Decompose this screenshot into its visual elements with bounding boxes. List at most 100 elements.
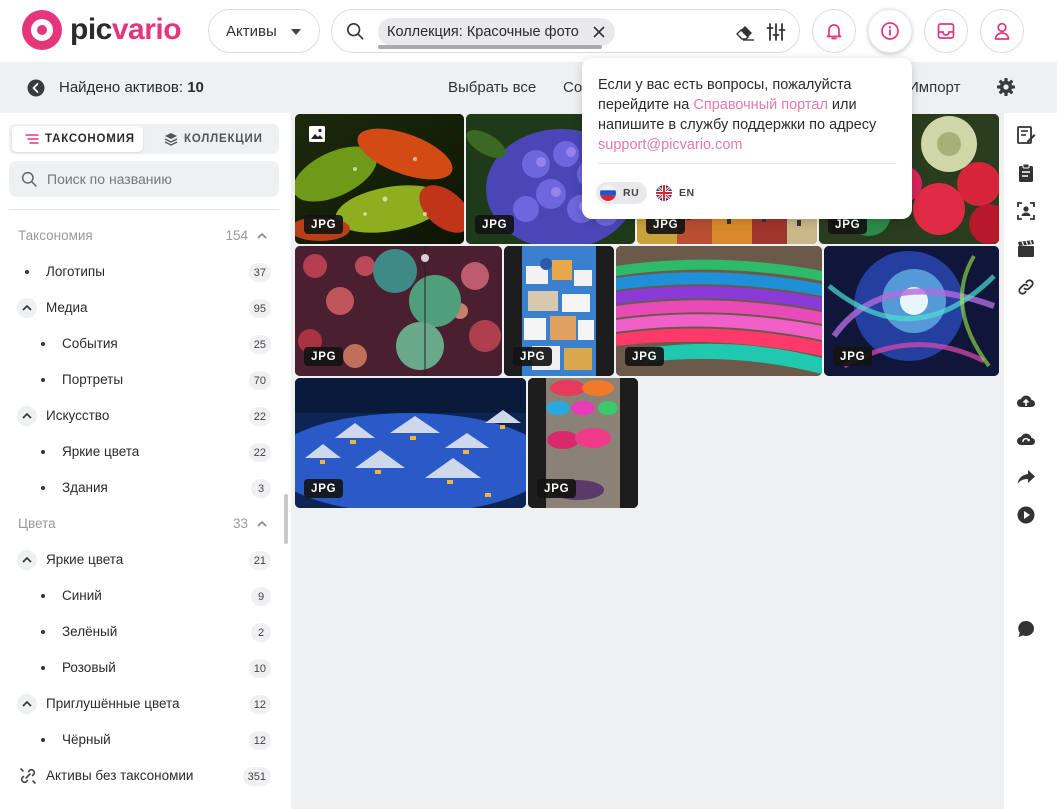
tree-item-media[interactable]: Медиа 95 [0,290,280,326]
taxonomy-list-icon [25,134,39,144]
tree-item-muted-colors[interactable]: Приглушённые цвета 12 [0,686,280,722]
notifications-button[interactable] [812,9,856,53]
picvario-logo[interactable]: picvario [22,10,182,50]
asset-thumbnail[interactable]: JPG [528,378,638,508]
asset-thumbnail[interactable]: JPG [295,114,464,244]
logo-text-part1: pic [70,13,112,46]
search-placeholder: Поиск по названию [47,171,172,187]
asset-thumbnail[interactable]: JPG [616,246,822,376]
help-portal-link[interactable]: Справочный портал [693,97,828,113]
sidebar-tabs: ТАКСОНОМИЯ КОЛЛЕКЦИИ [9,124,279,154]
language-en-button[interactable]: EN [652,182,703,204]
select-all-button[interactable]: Выбрать все [448,79,536,96]
language-ru-button[interactable]: RU [596,182,648,204]
chevron-up-icon [257,520,267,527]
file-type-badge: JPG [304,215,344,234]
tree-item-black[interactable]: Чёрный 12 [0,722,280,758]
found-count-value: 10 [187,79,204,96]
cloud-upload-icon[interactable] [1016,391,1036,411]
asset-thumbnail[interactable]: JPG [295,246,502,376]
search-filter-chip[interactable]: Коллекция: Красочные фото [378,18,615,46]
chevron-down-icon [291,29,301,35]
collapse-toggle[interactable] [17,550,37,570]
cloud-sync-icon[interactable] [1016,429,1036,449]
clipboard-icon[interactable] [1016,163,1036,183]
link-icon[interactable] [1016,277,1036,297]
tree-item-untaxed-assets[interactable]: Активы без таксономии 351 [0,758,280,794]
collection-cover-icon [309,126,325,142]
filter-icon[interactable] [766,22,786,42]
tree-item-blue[interactable]: Синий 9 [0,578,280,614]
file-type-badge: JPG [537,479,577,498]
edit-metadata-icon[interactable] [1016,125,1036,145]
section-taxonomy[interactable]: Таксономия 154 [0,218,280,254]
face-recognition-icon[interactable] [1016,201,1036,221]
gear-icon[interactable] [996,77,1016,97]
russia-flag-icon [600,185,616,201]
collapse-toggle[interactable] [17,406,37,426]
unlink-icon [20,768,36,784]
file-type-badge: JPG [304,479,344,498]
chevron-up-icon [257,232,267,239]
file-type-badge: JPG [475,215,515,234]
back-arrow-icon[interactable] [27,79,45,97]
file-type-badge: JPG [513,347,553,366]
search-icon [346,22,364,40]
top-bar: picvario Активы Коллекция: Красочные фот… [0,0,1057,62]
tree-item-buildings[interactable]: Здания 3 [0,470,280,506]
sort-button[interactable]: Со [563,79,582,96]
section-colors[interactable]: Цвета 33 [0,506,280,542]
tree-item-pink[interactable]: Розовый 10 [0,650,280,686]
tab-collections[interactable]: КОЛЛЕКЦИИ [148,126,276,152]
support-message: Если у вас есть вопросы, пожалуйста пере… [598,77,877,153]
tree-item-bright-colors[interactable]: Яркие цвета 22 [0,434,280,470]
tree-item-bright-colors-group[interactable]: Яркие цвета 21 [0,542,280,578]
logo-mark-icon [22,10,62,50]
file-type-badge: JPG [304,347,344,366]
collapse-toggle[interactable] [17,694,37,714]
play-icon[interactable] [1016,505,1036,525]
share-icon[interactable] [1016,467,1036,487]
tab-taxonomy[interactable]: ТАКСОНОМИЯ [12,126,143,152]
tree-item-portraits[interactable]: Портреты 70 [0,362,280,398]
search-icon [21,171,37,187]
chevron-up-icon [22,556,32,563]
tree-item-events[interactable]: События 25 [0,326,280,362]
inbox-button[interactable] [924,9,968,53]
divider [9,209,279,210]
profile-button[interactable] [980,9,1024,53]
search-bar[interactable]: Коллекция: Красочные фото [331,9,800,53]
close-icon[interactable] [591,24,607,40]
tree-item-green[interactable]: Зелёный 2 [0,614,280,650]
taxonomy-search-input[interactable]: Поиск по названию [9,161,279,197]
import-button[interactable]: Импорт [908,79,960,96]
right-tool-rail [1004,113,1057,809]
chevron-up-icon [22,700,32,707]
chevron-up-icon [22,412,32,419]
support-email-link[interactable]: support@picvario.com [598,137,742,153]
info-icon [881,22,899,40]
file-type-badge: JPG [833,347,873,366]
clapperboard-icon[interactable] [1016,239,1036,259]
asset-thumbnail[interactable]: JPG [824,246,999,376]
eraser-icon[interactable] [735,23,755,41]
layers-icon [164,133,178,146]
sidebar-scrollbar[interactable] [284,494,288,544]
tree-item-art[interactable]: Искусство 22 [0,398,280,434]
collapse-toggle[interactable] [17,298,37,318]
search-chip-label: Коллекция: Красочные фото [387,24,579,40]
tree-item-logos[interactable]: Логотипы 37 [0,254,280,290]
info-button[interactable] [868,9,912,53]
divider [598,163,896,164]
inbox-icon [937,23,955,39]
asset-thumbnail[interactable]: JPG [504,246,614,376]
taxonomy-sidebar: ТАКСОНОМИЯ КОЛЛЕКЦИИ Поиск по названию Т… [0,113,291,809]
chip-scrollbar[interactable] [378,45,602,49]
logo-text-part2: vario [111,13,182,46]
scope-select[interactable]: Активы [208,9,320,53]
scope-select-value: Активы [226,22,277,40]
support-popover: Если у вас есть вопросы, пожалуйста пере… [582,58,912,219]
asset-thumbnail[interactable]: JPG [295,378,526,508]
chat-icon[interactable] [1016,619,1036,639]
file-type-badge: JPG [625,347,665,366]
